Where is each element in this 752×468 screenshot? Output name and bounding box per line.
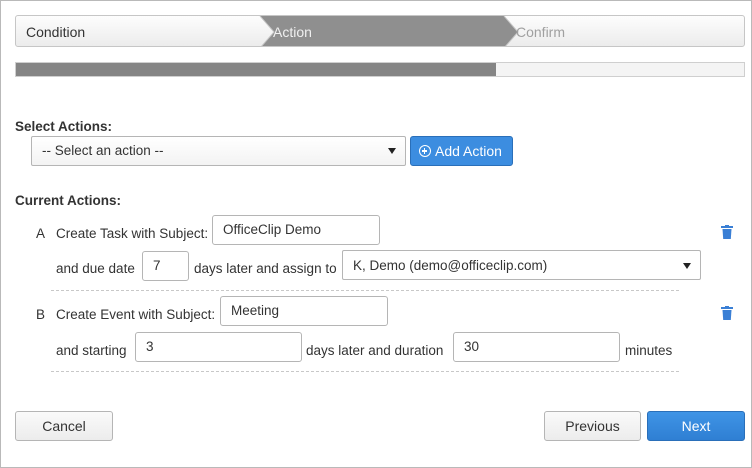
start-days-input[interactable]: 3: [135, 332, 302, 362]
assign-to-label: days later and assign to: [194, 261, 337, 276]
assignee-select[interactable]: K, Demo (demo@officeclip.com): [342, 250, 701, 280]
plus-circle-icon: [419, 145, 431, 157]
wizard-step-condition[interactable]: Condition: [26, 24, 85, 40]
previous-button[interactable]: Previous: [544, 411, 641, 441]
wizard-dialog: Condition Action Confirm Select Actions:…: [0, 0, 752, 468]
cancel-button[interactable]: Cancel: [15, 411, 113, 441]
chevron-down-icon: [683, 263, 691, 269]
due-days-input[interactable]: 7: [142, 251, 189, 281]
add-action-button[interactable]: Add Action: [410, 136, 513, 166]
action-divider: [51, 290, 679, 291]
task-subject-input[interactable]: OfficeClip Demo: [212, 215, 380, 245]
chevron-down-icon: [388, 148, 396, 154]
wizard-steps: Condition Action Confirm: [15, 15, 745, 47]
starting-label: and starting: [56, 343, 127, 358]
action-select-value: -- Select an action --: [42, 143, 164, 158]
action-divider: [51, 371, 679, 372]
minutes-label: minutes: [625, 343, 673, 358]
event-subject-input[interactable]: Meeting: [220, 296, 388, 326]
assignee-value: K, Demo (demo@officeclip.com): [353, 258, 548, 273]
wizard-step-shapes: [259, 16, 519, 46]
wizard-step-confirm: Confirm: [516, 24, 566, 40]
trash-icon[interactable]: [721, 306, 733, 320]
action-letter: B: [36, 307, 46, 322]
add-action-label: Add Action: [435, 143, 502, 159]
current-actions-label: Current Actions:: [15, 193, 122, 208]
next-button[interactable]: Next: [647, 411, 745, 441]
progress-fill: [16, 63, 497, 76]
action-select[interactable]: -- Select an action --: [31, 136, 406, 166]
select-actions-label: Select Actions:: [15, 119, 113, 134]
trash-icon[interactable]: [721, 225, 733, 239]
action-letter: A: [36, 226, 46, 241]
duration-input[interactable]: 30: [453, 332, 620, 362]
wizard-progress-bar: [15, 62, 745, 77]
event-subject-label: Create Event with Subject:: [56, 307, 216, 322]
wizard-step-action[interactable]: Action: [273, 24, 312, 40]
due-date-label: and due date: [56, 261, 135, 276]
task-subject-label: Create Task with Subject:: [56, 226, 209, 241]
duration-label: days later and duration: [306, 343, 444, 358]
